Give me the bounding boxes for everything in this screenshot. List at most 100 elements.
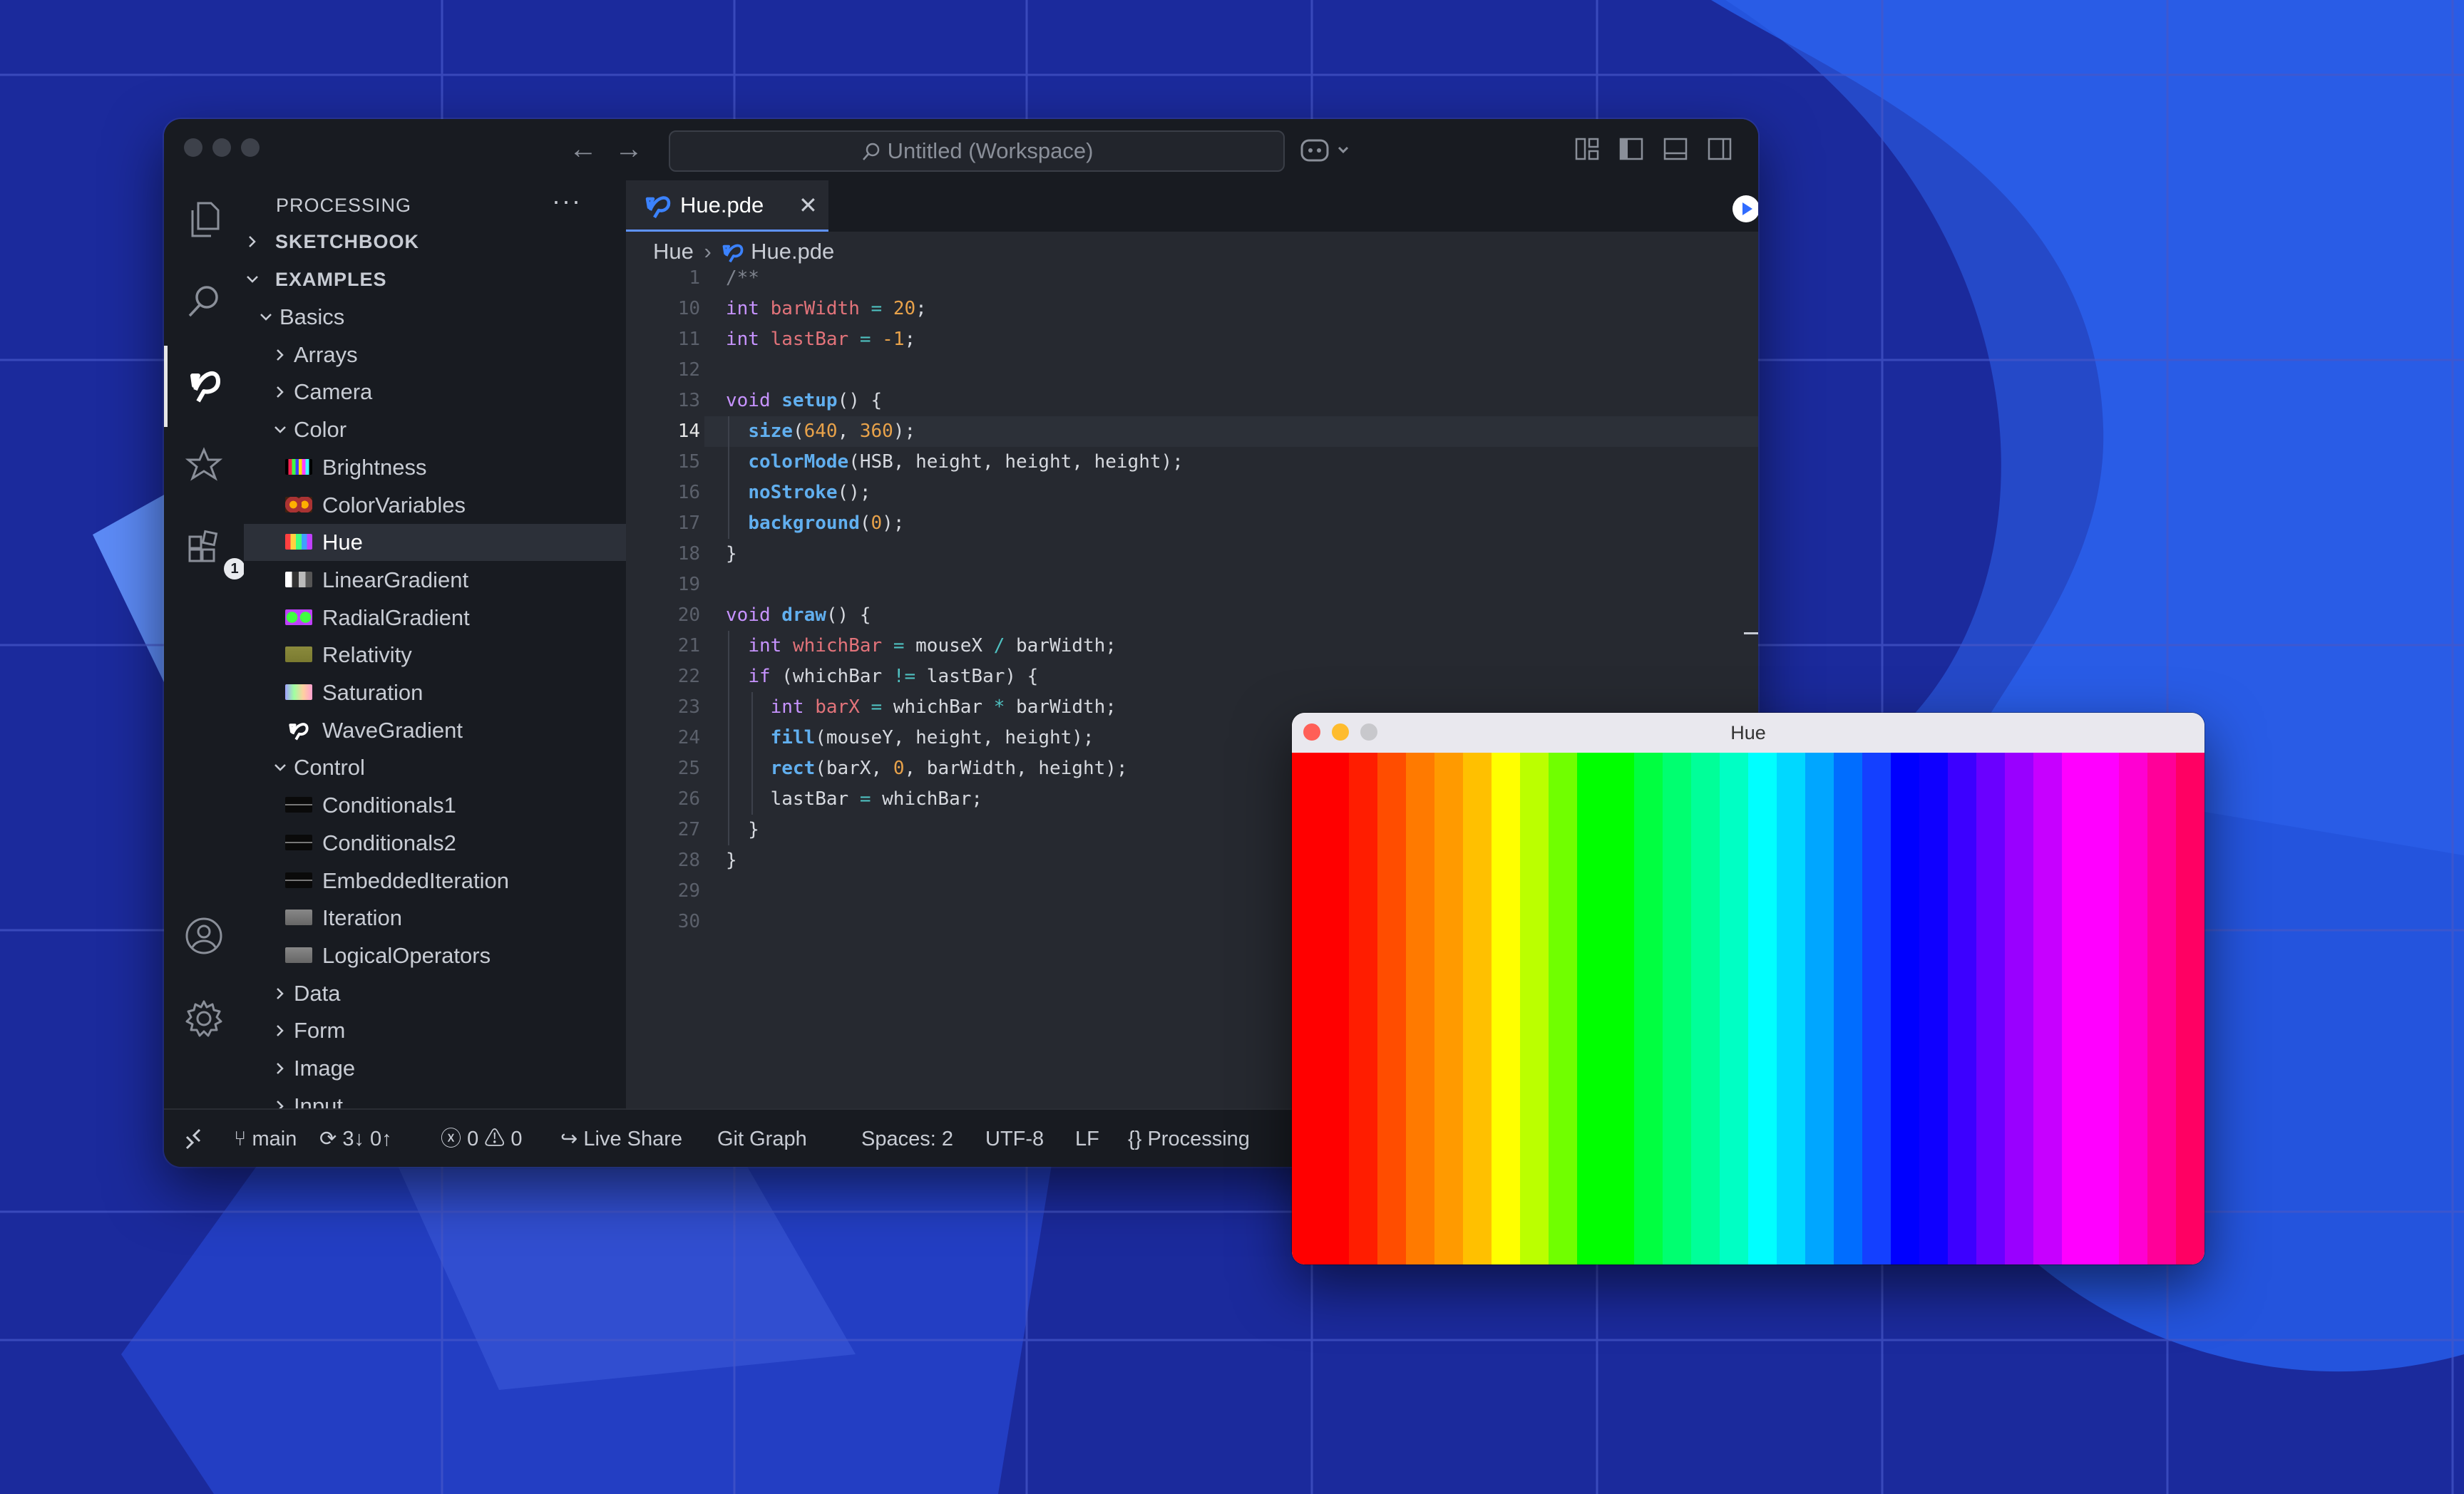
code-line[interactable]: int whichBar = mouseX / barWidth; (726, 631, 1116, 661)
account-icon[interactable] (183, 915, 225, 957)
sidebar-explorer: PROCESSING ··· SKETCHBOOK EXAMPLES Basics A… (244, 180, 626, 1108)
sketch-item-hue[interactable]: Hue (244, 524, 626, 562)
folder-label: Input (294, 1093, 343, 1108)
close-tab-icon[interactable]: ✕ (799, 180, 818, 230)
close-window-button[interactable] (184, 138, 202, 157)
colorvariables-thumbnail-icon (285, 496, 312, 512)
sketch-close-button[interactable] (1303, 723, 1320, 741)
code-line[interactable]: int barWidth = 20; (726, 294, 927, 324)
hue-bar (1862, 753, 1891, 1264)
conditionals2-thumbnail-icon (285, 834, 312, 850)
hue-bar (1976, 753, 2005, 1264)
search-icon[interactable] (183, 280, 225, 323)
forward-arrow-icon[interactable]: → (615, 132, 643, 166)
more-actions-icon[interactable]: ··· (552, 186, 582, 216)
toggle-secondary-sidebar-icon[interactable] (1707, 136, 1732, 162)
code-line[interactable]: } (726, 845, 737, 876)
code-line[interactable]: background(0); (726, 508, 904, 539)
manage-gear-icon[interactable] (183, 997, 225, 1040)
hue-bar (1891, 753, 1919, 1264)
minimize-window-button[interactable] (212, 138, 231, 157)
sketch-item-wavegradient[interactable]: WaveGradient (244, 712, 626, 749)
code-line[interactable]: int lastBar = -1; (726, 324, 915, 355)
explorer-icon[interactable] (183, 197, 225, 240)
hue-bar (1777, 753, 1805, 1264)
command-center-search[interactable]: Untitled (Workspace) (669, 130, 1285, 172)
sync-item[interactable]: ⟳ 3↓ 0↑ (319, 1110, 392, 1167)
section-label: EXAMPLES (275, 269, 387, 290)
remote-indicator-icon[interactable] (181, 1127, 205, 1151)
code-line[interactable]: fill(mouseY, height, height); (726, 723, 1094, 753)
extensions-icon[interactable] (183, 445, 225, 488)
run-sketch-icon[interactable] (1731, 194, 1758, 224)
sketch-item-saturation[interactable]: Saturation (244, 674, 626, 711)
live-share-label: Live Share (583, 1128, 683, 1150)
folder-item-color[interactable]: Color (244, 411, 626, 448)
code-line[interactable]: void draw() { (726, 600, 871, 631)
folder-item-input[interactable]: Input (244, 1088, 626, 1108)
eol-item[interactable]: LF (1075, 1110, 1099, 1167)
code-line[interactable]: } (726, 815, 759, 845)
toggle-primary-sidebar-icon[interactable] (1618, 136, 1644, 162)
folder-item-data[interactable]: Data (244, 975, 626, 1012)
code-line[interactable]: noStroke(); (726, 478, 871, 508)
sketch-minimize-button[interactable] (1332, 723, 1349, 741)
sketch-label: LogicalOperators (322, 942, 491, 968)
git-branch-item[interactable]: ⑂ main (234, 1110, 297, 1167)
toggle-panel-icon[interactable] (1663, 136, 1688, 162)
remote-explorer-icon[interactable]: 1 (183, 527, 245, 579)
sketch-title: Hue (1730, 722, 1766, 743)
folder-item-arrays[interactable]: Arrays (244, 336, 626, 374)
language-mode-item[interactable]: {} Processing (1128, 1110, 1250, 1167)
tab-hue-pde[interactable]: Hue.pde ✕ (626, 180, 828, 232)
code-line[interactable]: colorMode(HSB, height, height, height); (726, 447, 1184, 478)
line-number: 13 (677, 390, 700, 411)
section-sketchbook[interactable]: SKETCHBOOK (244, 223, 626, 260)
code-line[interactable]: if (whichBar != lastBar) { (726, 661, 1038, 692)
encoding-item[interactable]: UTF-8 (985, 1110, 1044, 1167)
line-number: 26 (677, 788, 700, 810)
warning-count: 0 (510, 1128, 523, 1150)
customize-layout-icon[interactable] (1574, 136, 1600, 162)
sketch-zoom-button[interactable] (1360, 723, 1377, 741)
live-share-item[interactable]: ↪ Live Share (560, 1110, 682, 1167)
breadcrumb-folder[interactable]: Hue (653, 239, 694, 264)
folder-item-form[interactable]: Form (244, 1012, 626, 1049)
code-line[interactable]: size(640, 360); (726, 416, 915, 447)
sketch-item-conditionals1[interactable]: Conditionals1 (244, 787, 626, 824)
code-line[interactable]: lastBar = whichBar; (726, 784, 982, 815)
sketch-item-colorvariables[interactable]: ColorVariables (244, 487, 626, 524)
code-line[interactable]: } (726, 539, 737, 570)
chevron-right-icon (270, 1012, 291, 1049)
folder-item-basics[interactable]: Basics (244, 299, 626, 336)
sketch-item-conditionals2[interactable]: Conditionals2 (244, 825, 626, 862)
saturation-thumbnail-icon (285, 684, 312, 700)
sketch-item-logicaloperators[interactable]: LogicalOperators (244, 937, 626, 974)
problems-item[interactable]: ⓧ 0 ⚠ 0 (441, 1110, 523, 1167)
sketch-item-iteration[interactable]: Iteration (244, 900, 626, 937)
zoom-window-button[interactable] (241, 138, 260, 157)
sketch-item-relativity[interactable]: Relativity (244, 637, 626, 674)
code-line[interactable]: /** (726, 263, 759, 294)
code-line[interactable]: int barX = whichBar * barWidth; (726, 692, 1116, 723)
code-line[interactable]: rect(barX, 0, barWidth, height); (726, 753, 1128, 784)
folder-item-camera[interactable]: Camera (244, 374, 626, 411)
processing-icon[interactable] (183, 364, 225, 407)
radialgradient-thumbnail-icon (285, 609, 312, 625)
sketch-item-lineargradient[interactable]: LinearGradient (244, 562, 626, 599)
section-examples[interactable]: EXAMPLES (244, 261, 626, 298)
back-arrow-icon[interactable]: ← (569, 132, 597, 166)
sketch-canvas[interactable] (1292, 753, 2204, 1264)
indentation-item[interactable]: Spaces: 2 (861, 1110, 953, 1167)
folder-item-control[interactable]: Control (244, 749, 626, 786)
code-line[interactable]: void setup() { (726, 386, 882, 416)
copilot-icon[interactable] (1299, 136, 1353, 165)
breadcrumb-file[interactable]: Hue.pde (751, 239, 834, 264)
sketch-item-radialgradient[interactable]: RadialGradient (244, 599, 626, 637)
hue-bar (1834, 753, 1862, 1264)
sketch-item-embeddediteration[interactable]: EmbeddedIteration (244, 862, 626, 900)
sketch-item-brightness[interactable]: Brightness (244, 449, 626, 486)
git-graph-item[interactable]: Git Graph (717, 1110, 807, 1167)
line-number: 21 (677, 635, 700, 656)
folder-item-image[interactable]: Image (244, 1050, 626, 1087)
